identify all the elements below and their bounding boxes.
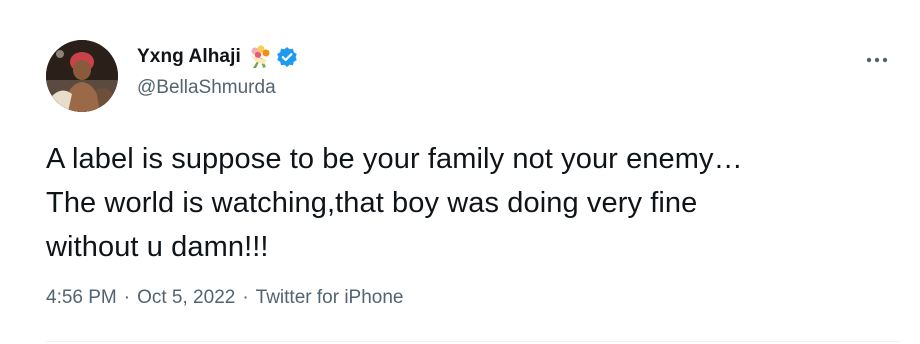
divider xyxy=(46,341,900,342)
tweet-timestamp-time[interactable]: 4:56 PM xyxy=(46,287,117,309)
verified-badge-icon xyxy=(276,46,298,68)
tweet-source[interactable]: Twitter for iPhone xyxy=(256,287,404,309)
tweet-timestamp-date[interactable]: Oct 5, 2022 xyxy=(137,287,235,309)
display-name[interactable]: Yxng Alhaji xyxy=(137,46,241,68)
meta-separator: · xyxy=(242,287,249,308)
author-block: Yxng Alhaji @BellaShmurda xyxy=(137,44,298,99)
tweet-text: A label is suppose to be your family not… xyxy=(46,143,743,263)
avatar-image xyxy=(46,40,118,112)
tweet-card: Yxng Alhaji @BellaShmurda A label is sup… xyxy=(0,0,920,344)
more-options-icon[interactable] xyxy=(864,50,890,70)
meta-separator: · xyxy=(123,287,131,308)
user-handle[interactable]: @BellaShmurda xyxy=(137,77,298,99)
name-row: Yxng Alhaji xyxy=(137,44,298,70)
tweet-meta: 4:56 PM · Oct 5, 2022 · Twitter for iPho… xyxy=(46,287,404,309)
avatar[interactable] xyxy=(46,40,118,112)
bouquet-emoji-icon xyxy=(247,44,273,70)
